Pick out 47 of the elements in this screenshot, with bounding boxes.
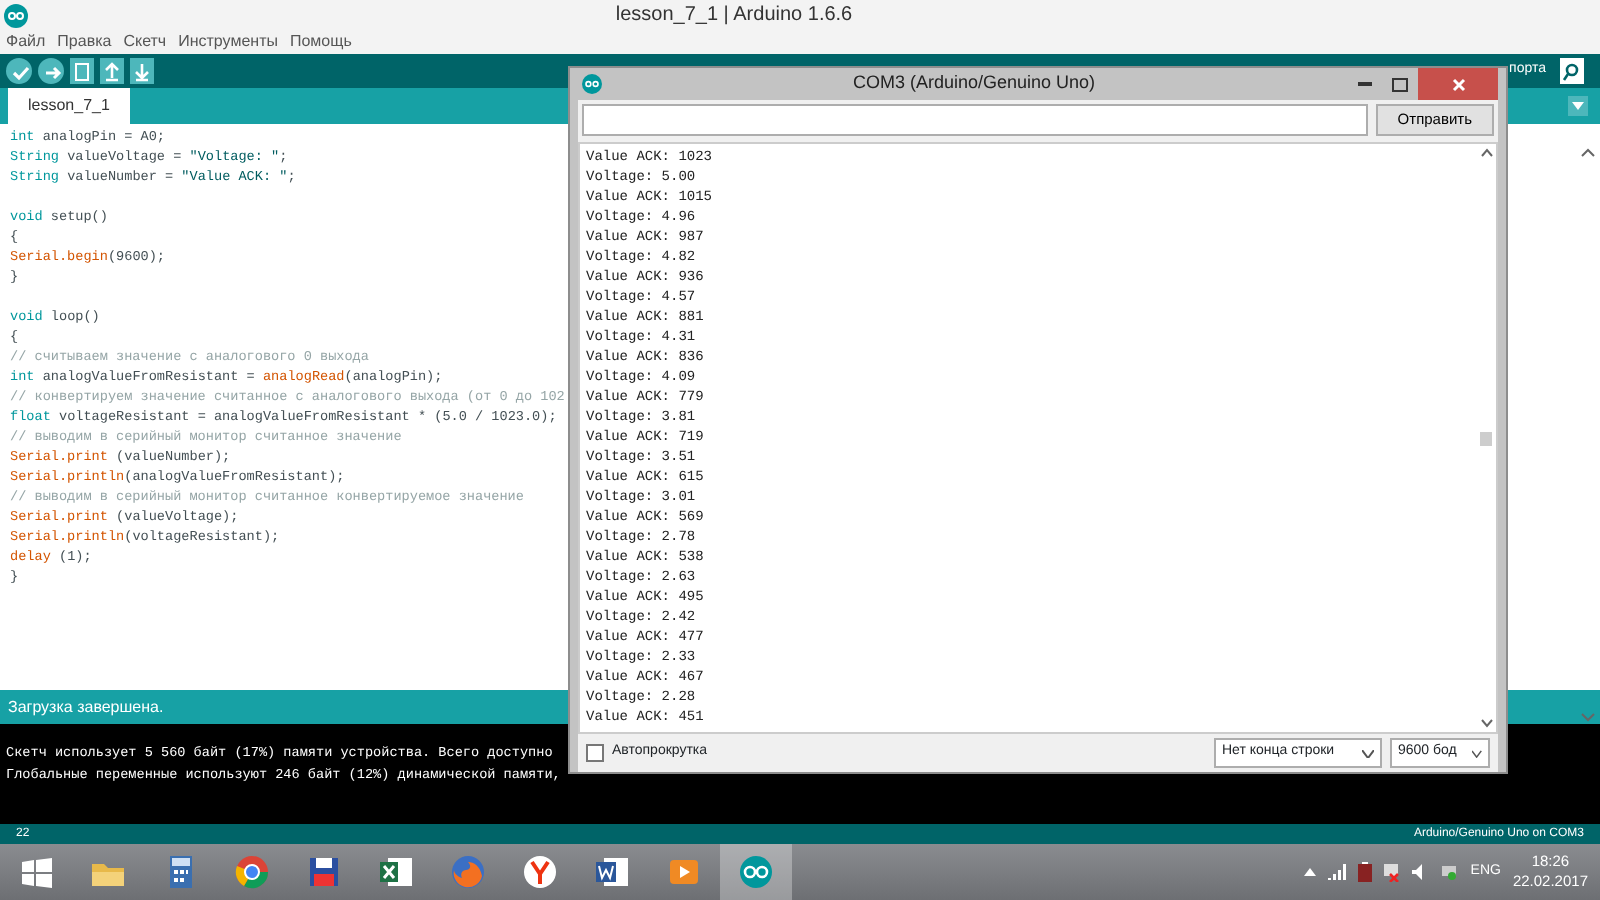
y-browser-icon [522, 854, 558, 890]
page-icon [70, 59, 94, 83]
menu-item[interactable]: Инструменты [178, 30, 278, 54]
scroll-down-icon [1580, 711, 1596, 724]
taskbar-app[interactable] [720, 844, 792, 900]
spreadsheet-icon [378, 854, 414, 890]
search-icon [1562, 61, 1582, 81]
menu-item[interactable]: Файл [6, 30, 46, 54]
close-button[interactable] [1418, 68, 1498, 100]
app-logo-icon [582, 74, 602, 94]
window-title: lesson_7_1 | Arduino 1.6.6 [613, 2, 855, 30]
caret-icon [1472, 749, 1482, 757]
save-button[interactable] [130, 58, 154, 84]
menu-item[interactable]: Скетч [123, 30, 167, 54]
up-arrow-icon [100, 59, 124, 83]
window-title: COM3 (Arduino/Genuino Uno) [850, 70, 1098, 97]
infinity-icon [738, 854, 774, 890]
maximize-icon [1392, 77, 1408, 91]
message-input-field[interactable] [582, 104, 1368, 136]
network-icon[interactable] [1440, 864, 1459, 880]
scroll-down-icon [1479, 718, 1493, 728]
close-icon [1451, 77, 1465, 91]
windows-logo-icon [18, 854, 54, 890]
scrollbar-thumb[interactable] [1480, 431, 1492, 445]
upload-button[interactable] [38, 58, 64, 84]
caret-icon [1362, 749, 1374, 757]
word-document-icon [594, 854, 630, 890]
file-tab[interactable]: lesson_7_1 [8, 88, 130, 124]
minimize-icon [1357, 82, 1371, 86]
verify-button[interactable] [6, 58, 32, 84]
menu-item[interactable]: Правка [57, 30, 112, 54]
scroll-up-icon [1479, 148, 1493, 158]
caret-icon [1572, 102, 1584, 110]
open-button[interactable] [100, 58, 124, 84]
media-player-icon [666, 854, 702, 890]
menu-item[interactable]: Помощь [289, 30, 352, 54]
scroll-up-icon [1580, 145, 1596, 158]
down-arrow-icon [130, 59, 154, 83]
round-browser-icon [234, 854, 270, 890]
battery-icon[interactable] [1358, 862, 1373, 882]
up-caret-icon[interactable] [1304, 868, 1317, 876]
fox-globe-icon [450, 854, 486, 890]
tab-menu-button[interactable] [1568, 96, 1588, 116]
signal-icon[interactable] [1328, 864, 1347, 880]
serial-monitor-button[interactable] [1560, 58, 1584, 84]
status-message: Загрузка завершена. [8, 695, 164, 719]
autoscroll-checkbox[interactable] [586, 744, 604, 762]
